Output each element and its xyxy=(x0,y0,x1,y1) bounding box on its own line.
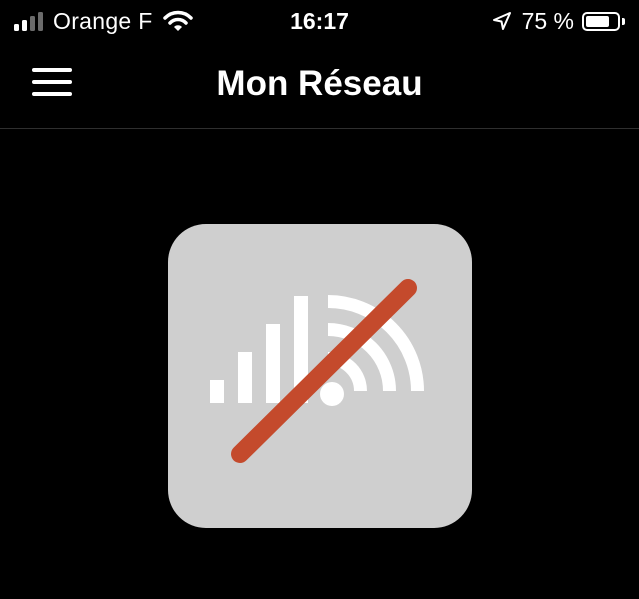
page-title: Mon Réseau xyxy=(216,64,423,103)
battery-level-fill xyxy=(586,15,609,27)
status-bar: Orange F 16:17 75 % xyxy=(0,0,639,42)
navigation-bar: Mon Réseau xyxy=(0,42,639,129)
network-disconnected-icon xyxy=(210,279,424,463)
battery-percentage: 75 % xyxy=(521,7,574,34)
location-arrow-icon xyxy=(492,12,511,30)
status-bar-right: 75 % xyxy=(492,6,625,36)
battery-nub xyxy=(622,17,625,25)
app-screen: Orange F 16:17 75 % Mon Réseau xyxy=(0,0,639,599)
battery-icon xyxy=(582,11,620,31)
network-status-tile[interactable] xyxy=(168,224,472,528)
